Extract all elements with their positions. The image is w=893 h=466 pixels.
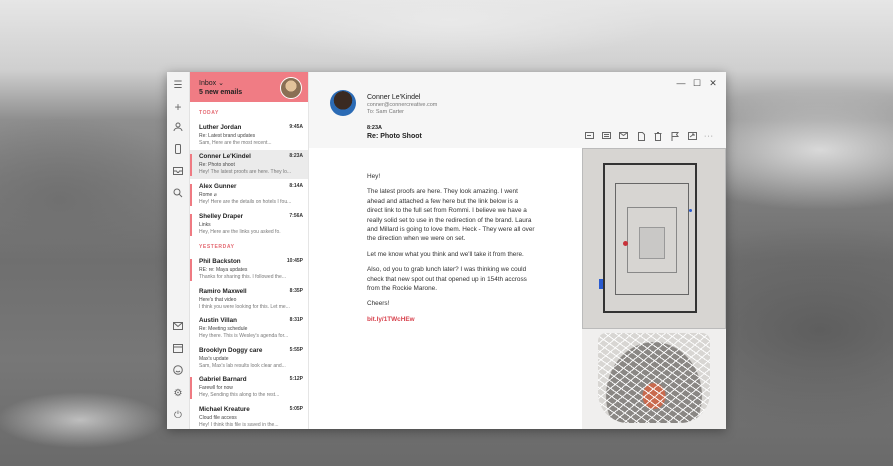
phone-icon[interactable]: [171, 144, 185, 158]
message-list: Inbox ⌄ 5 new emails TODAY Luther Jordan…: [190, 72, 309, 429]
sender-email[interactable]: conner@connercreative.com: [367, 102, 437, 108]
flag-marker: [190, 154, 192, 176]
flag-marker: [190, 214, 192, 236]
calendar-icon[interactable]: [171, 343, 185, 357]
folder-dropdown[interactable]: Inbox ⌄: [199, 79, 224, 87]
attachment-photo-sculpture[interactable]: [598, 333, 710, 423]
mail-window: ☰ + ⚙ ⏻ Inbox ⌄ 5 new emails TODAY Luthe…: [167, 72, 726, 429]
body-paragraph: Also, od you to grab lunch later? I was …: [367, 266, 527, 293]
list-item[interactable]: Ramiro Maxwell 8:35P Here's that video I…: [190, 285, 308, 314]
list-item[interactable]: Gabriel Barnard 5:12P Farewll for now He…: [190, 373, 308, 402]
reading-pane: — ☐ ✕ Conner Le'Kindel conner@connercrea…: [309, 72, 726, 429]
section-label-yesterday: YESTERDAY: [199, 244, 235, 250]
flag-marker: [190, 259, 192, 281]
reply-icon[interactable]: [584, 132, 594, 142]
body-paragraph: Hey!: [367, 173, 381, 180]
list-item[interactable]: Shelley Draper 7:56A Links Hey, Here are…: [190, 210, 308, 239]
list-item[interactable]: Michael Kreature 5:05P Cloud file access…: [190, 403, 308, 429]
plus-icon[interactable]: +: [171, 100, 185, 114]
forward-icon[interactable]: [618, 132, 628, 142]
reply-all-icon[interactable]: [601, 132, 611, 142]
list-item[interactable]: Alex Gunner 8:14A Rome ⌀ Hey! Here are t…: [190, 180, 308, 209]
inbox-header: Inbox ⌄ 5 new emails: [190, 72, 308, 102]
avatar[interactable]: [280, 77, 302, 99]
search-icon[interactable]: [171, 188, 185, 202]
flag-marker: [190, 184, 192, 206]
message-link[interactable]: bit.ly/1TWcHEw: [367, 316, 415, 323]
mail-icon[interactable]: [171, 321, 185, 335]
attachment-photo-frames[interactable]: [582, 148, 726, 329]
body-paragraph: The latest proofs are here. They look am…: [367, 188, 535, 243]
close-button[interactable]: ✕: [708, 78, 718, 89]
message-subject: Re: Photo Shoot: [367, 133, 422, 140]
sender-avatar[interactable]: [330, 90, 356, 116]
attach-icon[interactable]: [636, 132, 646, 142]
list-item[interactable]: Brooklyn Doggy care 5:55P Max's update S…: [190, 344, 308, 373]
power-icon[interactable]: ⏻: [171, 409, 185, 423]
message-body: Hey! The latest proofs are here. They lo…: [367, 172, 535, 330]
recipient: To: Sam Carter: [367, 109, 404, 115]
list-item[interactable]: Phil Backston 10:45P RE: re: Maya update…: [190, 255, 308, 284]
person-icon[interactable]: [171, 122, 185, 136]
more-icon[interactable]: ···: [704, 132, 714, 142]
inbox-tray-icon[interactable]: [171, 166, 185, 180]
move-icon[interactable]: [687, 132, 697, 142]
list-item[interactable]: Conner Le'Kindel 8:23A Re: Photo shoot H…: [190, 150, 308, 179]
body-paragraph: Let me know what you think and we'll tak…: [367, 250, 524, 258]
smiley-icon[interactable]: [171, 365, 185, 379]
minimize-button[interactable]: —: [676, 78, 686, 88]
app-nav-rail: ☰ + ⚙ ⏻: [167, 72, 190, 429]
message-header: — ☐ ✕ Conner Le'Kindel conner@connercrea…: [309, 72, 726, 148]
list-item[interactable]: Austin Villan 8:31P Re: Meeting schedule…: [190, 314, 308, 343]
body-paragraph: Cheers!: [367, 300, 390, 308]
menu-icon[interactable]: ☰: [171, 79, 185, 93]
sender-name: Conner Le'Kindel: [367, 94, 421, 101]
gear-icon[interactable]: ⚙: [171, 387, 185, 401]
flag-icon[interactable]: [670, 132, 680, 142]
flag-marker: [190, 377, 192, 399]
maximize-button[interactable]: ☐: [692, 78, 702, 89]
delete-icon[interactable]: [653, 132, 663, 142]
attachment-images[interactable]: [582, 148, 726, 429]
section-label-today: TODAY: [199, 110, 219, 116]
list-item[interactable]: Luther Jordan 9:45A Re: Latest brand upd…: [190, 121, 308, 150]
new-email-count: 5 new emails: [199, 89, 243, 96]
message-time: 8:23A: [367, 125, 382, 131]
